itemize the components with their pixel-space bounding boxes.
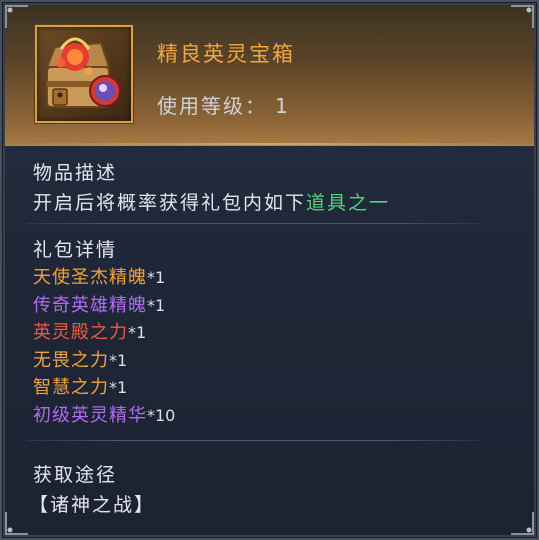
description-heading: 物品描述 (33, 162, 118, 184)
use-level-value: 1 (275, 94, 288, 118)
reward-item-name: 天使圣杰精魄 (33, 267, 147, 288)
reward-item-qty: *1 (109, 378, 128, 397)
reward-item: 英灵殿之力*1 (33, 319, 175, 347)
reward-item: 传奇英雄精魄*1 (33, 292, 175, 320)
reward-item-qty: *10 (147, 405, 176, 425)
divider (26, 440, 480, 441)
reward-item: 天使圣杰精魄*1 (33, 264, 175, 292)
reward-item-name: 英灵殿之力 (33, 322, 128, 343)
reward-item-qty: *1 (147, 268, 166, 287)
corner-ornament-icon (511, 512, 534, 535)
reward-item: 初级英灵精华*10 (33, 402, 175, 430)
reward-item: 智慧之力*1 (33, 374, 175, 402)
reward-item-qty: *1 (128, 323, 147, 342)
treasure-chest-icon (45, 37, 121, 108)
reward-item-name: 传奇英雄精魄 (33, 294, 147, 316)
item-tooltip: 精良英灵宝箱 使用等级： 1 物品描述 开启后将概率获得礼包内如下道具之一 礼包详… (0, 0, 539, 540)
reward-item: 无畏之力*1 (33, 347, 175, 375)
reward-item-name: 智慧之力 (33, 377, 109, 398)
use-level: 使用等级： 1 (157, 90, 288, 119)
source-link[interactable]: 【诸神之战】 (29, 490, 155, 517)
corner-ornament-icon (511, 5, 534, 28)
description-text-highlight: 道具之一 (306, 192, 391, 214)
reward-item-name: 无畏之力 (33, 349, 109, 371)
use-level-label: 使用等级： (157, 94, 267, 118)
item-name: 精良英灵宝箱 (157, 42, 295, 66)
divider (26, 223, 480, 224)
item-icon-frame (35, 25, 133, 123)
description-text: 开启后将概率获得礼包内如下道具之一 (33, 188, 390, 215)
reward-list: 天使圣杰精魄*1 传奇英雄精魄*1 英灵殿之力*1 无畏之力*1 智慧之力*1 … (33, 264, 175, 429)
description-text-main: 开启后将概率获得礼包内如下 (33, 192, 307, 214)
item-header: 精良英灵宝箱 使用等级： 1 (5, 5, 534, 146)
reward-item-name: 初级英灵精华 (33, 404, 147, 426)
reward-item-qty: *1 (109, 350, 128, 370)
reward-item-qty: *1 (147, 295, 166, 315)
corner-ornament-icon (5, 512, 28, 535)
corner-ornament-icon (5, 5, 28, 28)
source-heading: 获取途径 (33, 464, 118, 486)
contents-heading: 礼包详情 (33, 239, 118, 261)
